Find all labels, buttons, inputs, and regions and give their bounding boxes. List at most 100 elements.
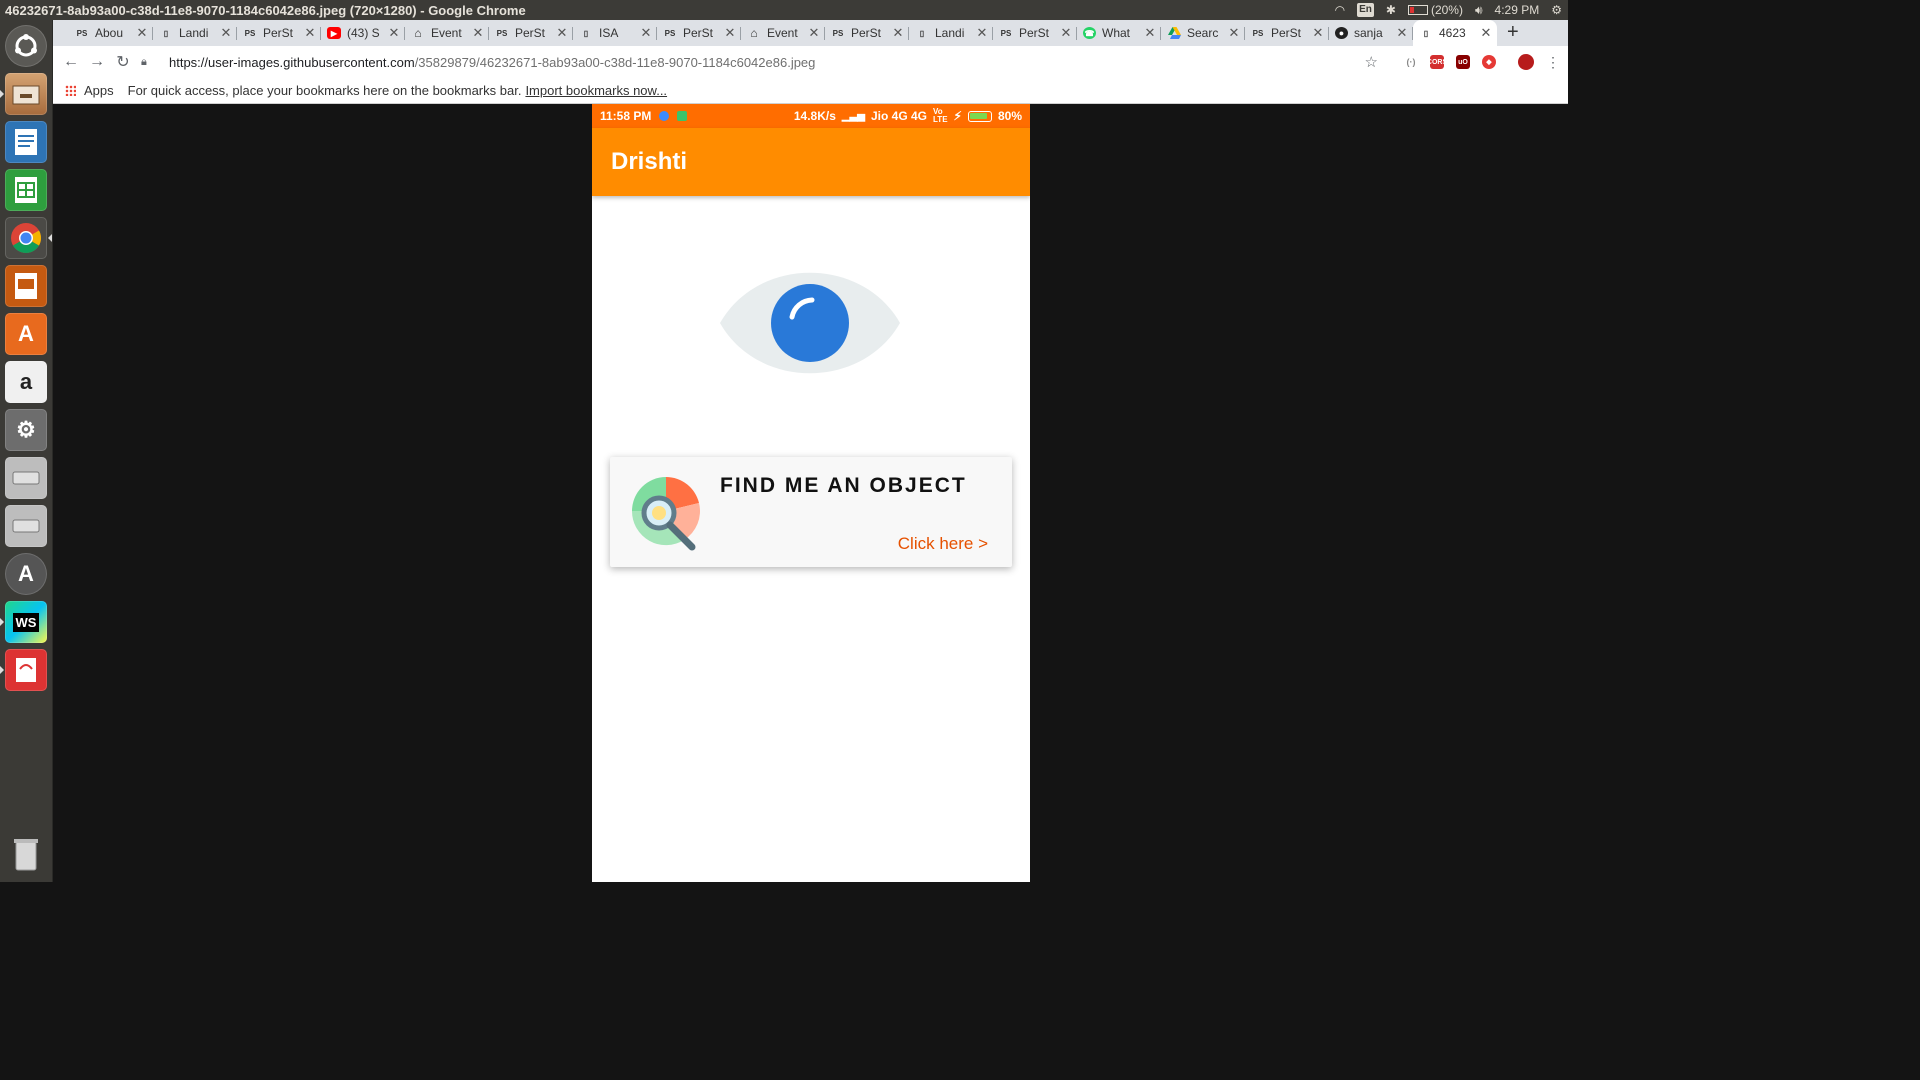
browser-tab-active[interactable]: ▯ 4623 ✕ <box>1413 20 1497 46</box>
lock-icon[interactable]: 🔒︎ <box>141 56 155 69</box>
extension-shield-icon[interactable]: ◆ <box>1482 55 1496 69</box>
tab-close-icon[interactable]: ✕ <box>723 25 737 41</box>
click-here-link[interactable]: Click here > <box>898 534 988 554</box>
extension-signal-icon[interactable]: (·) <box>1404 55 1418 69</box>
tab-close-icon[interactable]: ✕ <box>1479 25 1493 41</box>
tab-close-icon[interactable]: ✕ <box>975 25 989 41</box>
browser-tab[interactable]: ☎ What ✕ <box>1077 20 1161 46</box>
page-favicon-icon: ▯ <box>163 28 169 38</box>
tab-title: What <box>1102 26 1131 40</box>
tab-close-icon[interactable]: ✕ <box>135 25 149 41</box>
import-bookmarks-link[interactable]: Import bookmarks now... <box>525 83 667 98</box>
system-settings-icon[interactable]: ⚙ <box>5 409 47 451</box>
browser-tab[interactable]: PS PerSt ✕ <box>237 20 321 46</box>
chrome-window: PS Abou ✕ ▯ Landi ✕ PS PerSt ✕ ▶ (43) S ✕ ⌂ Event… <box>53 20 1568 104</box>
back-arrow-icon[interactable]: ← <box>58 49 84 75</box>
tab-close-icon[interactable]: ✕ <box>1227 25 1241 41</box>
tab-close-icon[interactable]: ✕ <box>1143 25 1157 41</box>
bookmarks-hint: For quick access, place your bookmarks h… <box>127 83 522 98</box>
tab-close-icon[interactable]: ✕ <box>1059 25 1073 41</box>
tab-title: PerSt <box>1019 26 1050 40</box>
reload-icon[interactable]: ↻ <box>110 49 136 75</box>
pst-favicon-icon: PS <box>664 28 676 38</box>
object-search-icon <box>631 477 700 551</box>
ubuntu-dash-icon[interactable] <box>5 25 47 67</box>
trash-icon[interactable] <box>5 833 47 875</box>
files-running-indicator <box>0 90 4 98</box>
app-toolbar: Drishti <box>592 128 1030 196</box>
android-status-bar: 11:58 PM 14.8K/s ▁▃▅ Jio 4G 4G Vo LTE ⚡︎ … <box>592 104 1030 128</box>
address-bar[interactable]: 🔒︎ https://user-images.githubusercontent… <box>141 49 1389 75</box>
page-favicon-icon: ▯ <box>919 28 925 38</box>
libreoffice-writer-icon[interactable] <box>5 121 47 163</box>
keyboard-layout-indicator[interactable]: En <box>1357 3 1374 17</box>
clock[interactable]: 4:29 PM <box>1495 3 1540 17</box>
browser-tab[interactable]: PS Abou ✕ <box>69 20 153 46</box>
libreoffice-calc-icon[interactable] <box>5 169 47 211</box>
hero-section <box>592 196 1030 446</box>
toolbar-actions: ☆ (·) CORS uO ◆ ⋮ <box>1365 50 1560 74</box>
browser-tab[interactable]: ▯ ISA ✕ <box>573 20 657 46</box>
chrome-icon[interactable] <box>5 217 47 259</box>
tab-close-icon[interactable]: ✕ <box>807 25 821 41</box>
bookmark-star-icon[interactable]: ☆ <box>1365 53 1378 71</box>
forward-arrow-icon[interactable]: → <box>84 49 110 75</box>
window-title: 46232671-8ab93a00-c38d-11e8-9070-1184c60… <box>5 2 526 18</box>
browser-tab[interactable]: ▯ Landi ✕ <box>153 20 237 46</box>
wifi-icon[interactable]: ◠ <box>1335 3 1345 17</box>
new-tab-button[interactable]: + <box>1507 21 1519 46</box>
browser-tab[interactable]: PS PerSt ✕ <box>825 20 909 46</box>
software-updater-icon[interactable]: A <box>5 553 47 595</box>
bluetooth-icon[interactable]: ✱ <box>1386 3 1396 17</box>
system-top-panel: 46232671-8ab93a00-c38d-11e8-9070-1184c60… <box>0 0 1568 20</box>
menu-dots-icon[interactable]: ⋮ <box>1546 54 1560 71</box>
libreoffice-impress-icon[interactable] <box>5 265 47 307</box>
tab-close-icon[interactable]: ✕ <box>303 25 317 41</box>
disk-drive-icon[interactable] <box>5 457 47 499</box>
profile-avatar[interactable] <box>1518 54 1534 70</box>
tab-close-icon[interactable]: ✕ <box>387 25 401 41</box>
pst-favicon-icon: PS <box>1252 28 1264 38</box>
find-object-card[interactable]: FIND ME AN OBJECT Click here > <box>610 457 1012 567</box>
browser-tab[interactable]: Searc ✕ <box>1161 20 1245 46</box>
browser-tab[interactable]: PS PerSt ✕ <box>1245 20 1329 46</box>
browser-tab[interactable]: PS PerSt ✕ <box>489 20 573 46</box>
youtube-favicon-icon: ▶ <box>327 27 341 39</box>
tab-close-icon[interactable]: ✕ <box>1311 25 1325 41</box>
page-favicon-icon: ▯ <box>1423 28 1429 38</box>
webstorm-icon[interactable]: WS <box>5 601 47 643</box>
tab-title: (43) S <box>347 26 380 40</box>
battery-indicator[interactable]: (20%) <box>1407 3 1463 17</box>
browser-tab[interactable]: ▯ Landi ✕ <box>909 20 993 46</box>
browser-tab[interactable]: ⌂ Event ✕ <box>405 20 489 46</box>
document-viewer-icon[interactable] <box>5 649 47 691</box>
browser-tab[interactable]: PS PerSt ✕ <box>993 20 1077 46</box>
tab-close-icon[interactable]: ✕ <box>891 25 905 41</box>
software-center-icon[interactable]: A <box>5 313 47 355</box>
tab-close-icon[interactable]: ✕ <box>219 25 233 41</box>
browser-tab[interactable]: ⌂ Event ✕ <box>741 20 825 46</box>
whatsapp-favicon-icon: ☎ <box>1083 27 1096 39</box>
browser-tab[interactable]: PS PerSt ✕ <box>657 20 741 46</box>
apps-shortcut[interactable]: Apps <box>84 83 114 98</box>
settings-gear-icon[interactable]: ⚙ <box>1551 3 1562 17</box>
tab-close-icon[interactable]: ✕ <box>639 25 653 41</box>
document-viewer-running-indicator <box>0 666 4 674</box>
tab-close-icon[interactable]: ✕ <box>555 25 569 41</box>
extension-cors-icon[interactable]: CORS <box>1427 55 1447 69</box>
volume-icon[interactable]: 🔊︎ <box>1475 3 1483 18</box>
extension-ublock-icon[interactable]: uO <box>1456 55 1470 69</box>
disk-drive-2-icon[interactable] <box>5 505 47 547</box>
amazon-icon[interactable]: a <box>5 361 47 403</box>
browser-tab[interactable]: ● sanja ✕ <box>1329 20 1413 46</box>
unity-launcher: A a ⚙ A WS <box>0 20 53 882</box>
tab-title: PerSt <box>1271 26 1302 40</box>
status-left: 11:58 PM <box>600 109 688 123</box>
apps-grid-icon[interactable] <box>65 85 76 96</box>
tab-close-icon[interactable]: ✕ <box>471 25 485 41</box>
browser-tab[interactable]: ▶ (43) S ✕ <box>321 20 405 46</box>
charging-bolt-icon: ⚡︎ <box>953 109 962 123</box>
tab-close-icon[interactable]: ✕ <box>1395 25 1409 41</box>
tab-title: PerSt <box>515 26 546 40</box>
files-icon[interactable] <box>5 73 47 115</box>
